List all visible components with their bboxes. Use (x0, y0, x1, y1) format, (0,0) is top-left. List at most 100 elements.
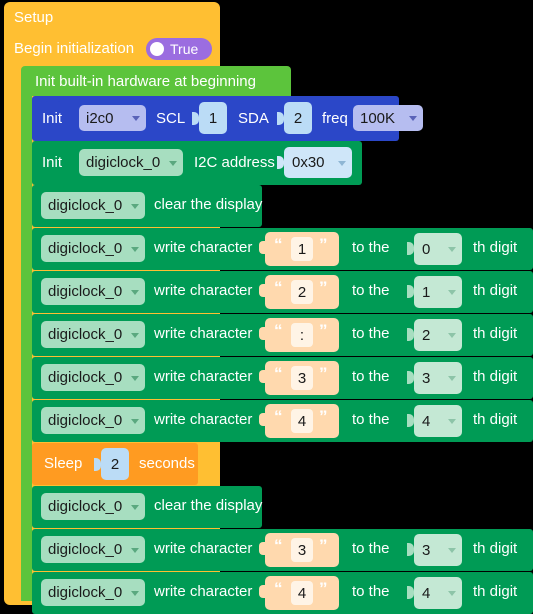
device-value: digiclock_0 (48, 412, 123, 429)
chevron-down-icon (448, 376, 456, 381)
clear-display-block[interactable]: digiclock_0 clear the display (32, 486, 262, 528)
init-hardware-label: Init built-in hardware at beginning (35, 73, 256, 90)
character-input[interactable]: 2 (291, 280, 313, 304)
digit-dropdown[interactable]: 2 (414, 319, 462, 351)
text-value-block[interactable]: “ 4 ” (259, 404, 339, 438)
character-input[interactable]: 3 (291, 366, 313, 390)
digit-suffix-label: th digit (473, 540, 518, 557)
blockly-workspace[interactable]: Setup Begin initialization True Init bui… (0, 0, 533, 614)
chevron-down-icon (131, 504, 139, 510)
block-notch-icon (42, 271, 64, 277)
i2c-address-value: 0x30 (292, 154, 325, 171)
begin-initialization-label: Begin initialization (14, 40, 135, 57)
freq-value: 100K (360, 109, 396, 127)
device-dropdown[interactable]: digiclock_0 (41, 278, 145, 305)
digit-socket-icon (407, 328, 414, 341)
close-quote-icon: ” (319, 579, 328, 598)
chevron-down-icon (131, 332, 139, 338)
to-the-label: to the (352, 282, 390, 299)
device-dropdown[interactable]: digiclock_0 (79, 149, 183, 176)
freq-dropdown[interactable]: 100K (353, 105, 423, 131)
device-dropdown[interactable]: digiclock_0 (41, 579, 145, 606)
write-character-block[interactable]: digiclock_0 write character “ 3 ” to the … (32, 529, 533, 571)
text-value-block[interactable]: “ 2 ” (259, 275, 339, 309)
device-init-label: Init (42, 154, 63, 171)
i2c-init-block[interactable]: Init i2c0 SCL 1 SDA 2 freq 100K (32, 96, 423, 141)
close-quote-icon: ” (319, 536, 328, 555)
i2c-bus-value: i2c0 (86, 109, 114, 127)
digit-value: 4 (422, 412, 431, 430)
scl-pin-input[interactable]: 1 (199, 102, 227, 134)
write-character-block[interactable]: digiclock_0 write character “ 1 ” to the … (32, 228, 533, 270)
i2c-bus-dropdown[interactable]: i2c0 (79, 105, 146, 131)
block-notch-icon (42, 185, 64, 191)
chevron-down-icon (132, 116, 140, 121)
digit-suffix-label: th digit (473, 325, 518, 342)
block-notch-icon (42, 314, 64, 320)
digit-dropdown[interactable]: 3 (414, 534, 462, 566)
digit-socket-icon (407, 414, 414, 427)
digit-suffix-label: th digit (473, 411, 518, 428)
write-character-block[interactable]: digiclock_0 write character “ : ” to the … (32, 314, 533, 356)
device-dropdown[interactable]: digiclock_0 (41, 407, 145, 434)
chevron-down-icon (131, 289, 139, 295)
sda-pin-input[interactable]: 2 (284, 102, 312, 134)
write-character-label: write character (154, 239, 253, 256)
begin-initialization-toggle[interactable]: True (146, 38, 212, 60)
device-dropdown[interactable]: digiclock_0 (41, 235, 145, 262)
device-value: digiclock_0 (48, 240, 123, 257)
character-input[interactable]: 1 (291, 237, 313, 261)
device-init-block[interactable]: Init digiclock_0 I2C address 0x30 (32, 141, 362, 185)
digit-value: 0 (422, 240, 431, 258)
write-character-block[interactable]: digiclock_0 write character “ 4 ” to the … (32, 400, 533, 442)
open-quote-icon: “ (274, 364, 283, 383)
device-dropdown[interactable]: digiclock_0 (41, 536, 145, 563)
device-dropdown[interactable]: digiclock_0 (41, 192, 145, 219)
value-plug-icon (259, 413, 266, 426)
device-dropdown[interactable]: digiclock_0 (41, 493, 145, 520)
digit-dropdown[interactable]: 0 (414, 233, 462, 265)
device-value: digiclock_0 (48, 498, 123, 515)
text-value-block[interactable]: “ 1 ” (259, 232, 339, 266)
digit-dropdown[interactable]: 4 (414, 577, 462, 609)
device-dropdown[interactable]: digiclock_0 (41, 321, 145, 348)
text-value-block[interactable]: “ : ” (259, 318, 339, 352)
character-input[interactable]: 3 (291, 538, 313, 562)
device-dropdown[interactable]: digiclock_0 (41, 364, 145, 391)
text-value-block[interactable]: “ 4 ” (259, 576, 339, 610)
digit-dropdown[interactable]: 4 (414, 405, 462, 437)
character-input[interactable]: : (291, 323, 313, 347)
sleep-seconds-input[interactable]: 2 (101, 448, 129, 480)
write-character-block[interactable]: digiclock_0 write character “ 4 ” to the … (32, 572, 533, 614)
sda-pin-value: 2 (293, 109, 303, 127)
device-value: digiclock_0 (48, 283, 123, 300)
text-value-block[interactable]: “ 3 ” (259, 533, 339, 567)
text-value-block[interactable]: “ 3 ” (259, 361, 339, 395)
value-plug-icon (259, 370, 266, 383)
sleep-block[interactable]: Sleep 2 seconds (32, 443, 198, 485)
digit-dropdown[interactable]: 1 (414, 276, 462, 308)
i2c-address-field[interactable]: 0x30 (284, 147, 352, 178)
digit-dropdown[interactable]: 3 (414, 362, 462, 394)
to-the-label: to the (352, 368, 390, 385)
freq-label: freq (322, 110, 348, 127)
digit-suffix-label: th digit (473, 368, 518, 385)
block-notch-icon (42, 357, 64, 363)
open-quote-icon: “ (274, 536, 283, 555)
block-notch-icon (42, 572, 64, 578)
write-character-block[interactable]: digiclock_0 write character “ 3 ” to the … (32, 357, 533, 399)
init-hardware-block[interactable]: Init built-in hardware at beginning (21, 66, 291, 96)
device-value: digiclock_0 (48, 584, 123, 601)
sda-label: SDA (238, 110, 269, 127)
value-plug-icon (259, 241, 266, 254)
toggle-value: True (170, 41, 199, 57)
sleep-socket-icon (94, 458, 101, 471)
clear-display-block[interactable]: digiclock_0 clear the display (32, 185, 262, 227)
write-character-label: write character (154, 368, 253, 385)
to-the-label: to the (352, 583, 390, 600)
chevron-down-icon (448, 247, 456, 252)
character-input[interactable]: 4 (291, 581, 313, 605)
character-input[interactable]: 4 (291, 409, 313, 433)
chevron-down-icon (338, 160, 346, 166)
write-character-block[interactable]: digiclock_0 write character “ 2 ” to the … (32, 271, 533, 313)
